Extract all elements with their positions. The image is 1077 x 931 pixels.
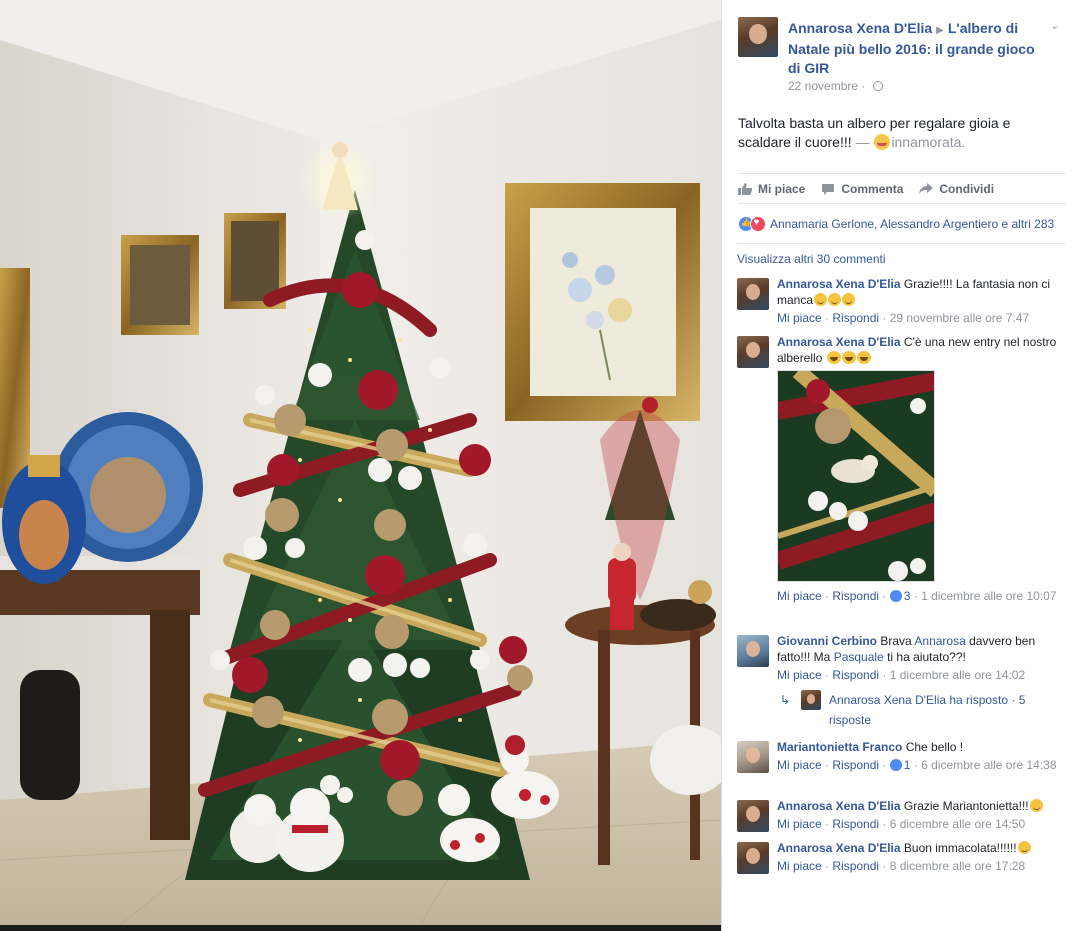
- comment-item: Annarosa Xena D'Elia Grazie Mariantoniet…: [737, 798, 1067, 834]
- author-name[interactable]: Annarosa Xena D'Elia: [788, 20, 932, 36]
- commenter-avatar[interactable]: [737, 800, 769, 832]
- comment-reply-link[interactable]: Rispondi: [832, 311, 879, 325]
- globe-icon: [872, 81, 883, 91]
- comment-author[interactable]: Annarosa Xena D'Elia: [777, 277, 901, 291]
- comment-time[interactable]: 8 dicembre alle ore 17:28: [890, 859, 1025, 873]
- like-label: Mi piace: [758, 181, 806, 196]
- commenter-avatar[interactable]: [737, 741, 769, 773]
- comment-button[interactable]: Commenta: [821, 182, 903, 196]
- christmas-tree-photo: [0, 0, 721, 925]
- comment-actions: Mi piace · Rispondi · 6 dicembre alle or…: [777, 817, 1026, 831]
- divider: [737, 243, 1065, 244]
- smile-emoji-icon: [1029, 799, 1043, 812]
- comment-text: Annarosa Xena D'Elia C'è una new entry n…: [777, 335, 1057, 365]
- reactions-summary[interactable]: Annamaria Gerlone, Alessandro Argentiero…: [738, 214, 1068, 234]
- smile-emoji-icon: [1017, 841, 1031, 854]
- commenter-avatar[interactable]: [737, 842, 769, 874]
- comment-time[interactable]: 1 dicembre alle ore 10:07: [921, 589, 1056, 603]
- chevron-down-icon[interactable]: ⌄: [1050, 20, 1062, 32]
- smile-emoji-icon: [842, 293, 856, 306]
- comment-reaction-count[interactable]: 1: [889, 757, 910, 773]
- love-reaction-icon: [750, 216, 766, 232]
- comment-actions: Mi piace · Rispondi · 29 novembre alle o…: [777, 311, 1030, 325]
- comment-author[interactable]: Mariantonietta Franco: [777, 740, 902, 754]
- comment-reaction-count[interactable]: 3: [889, 588, 910, 604]
- laughing-emoji-icon: [856, 351, 871, 364]
- share-label: Condividi: [939, 181, 995, 196]
- ornament-closeup-photo: [778, 371, 934, 581]
- comment-reply-link[interactable]: Rispondi: [832, 758, 879, 772]
- smile-emoji-icon: [814, 293, 828, 306]
- replier-avatar: [801, 690, 821, 710]
- comment-like-link[interactable]: Mi piace: [777, 668, 822, 682]
- comment-like-link[interactable]: Mi piace: [777, 817, 822, 831]
- comment-time[interactable]: 29 novembre alle ore 7:47: [890, 311, 1029, 325]
- post-actions: Mi piace Commenta Condividi: [738, 173, 1066, 204]
- comment-reply-link[interactable]: Rispondi: [832, 817, 879, 831]
- triangle-right-icon: ▶: [936, 25, 944, 36]
- comment-like-link[interactable]: Mi piace: [777, 859, 822, 873]
- post-date[interactable]: 22 novembre: [788, 79, 858, 93]
- like-reaction-icon: [889, 759, 902, 771]
- commenter-avatar[interactable]: [737, 336, 769, 368]
- laughing-emoji-icon: [826, 351, 841, 364]
- comment-reply-link[interactable]: Rispondi: [832, 859, 879, 873]
- comment-author[interactable]: Annarosa Xena D'Elia: [777, 335, 901, 349]
- post-meta: 22 novembre ·: [788, 79, 883, 93]
- comment-text: Annarosa Xena D'Elia Grazie Mariantoniet…: [777, 798, 1062, 814]
- like-button[interactable]: Mi piace: [738, 182, 805, 196]
- in-love-emoji-icon: [874, 134, 891, 150]
- comment-actions: Mi piace · Rispondi · 1 · 6 dicembre all…: [777, 757, 1057, 773]
- laughing-emoji-icon: [841, 351, 856, 364]
- comment-icon: [822, 183, 835, 195]
- mention-link[interactable]: Pasquale: [834, 650, 884, 664]
- comment-text: Annarosa Xena D'Elia Grazie!!!! La fanta…: [777, 277, 1050, 307]
- reactions-text[interactable]: Annamaria Gerlone, Alessandro Argentiero…: [770, 217, 1054, 231]
- comment-item: Mariantonietta Franco Che bello ! Mi pia…: [737, 739, 1067, 789]
- comment-like-link[interactable]: Mi piace: [777, 311, 822, 325]
- comment-actions: Mi piace · Rispondi · 1 dicembre alle or…: [777, 668, 1026, 682]
- photo-bottom-bar: [0, 925, 721, 931]
- post-caption: Talvolta basta un albero per regalare gi…: [738, 114, 1058, 152]
- post-title: Annarosa Xena D'Elia ▶ L'albero di Natale …: [788, 19, 1048, 78]
- share-button[interactable]: Condividi: [919, 182, 994, 196]
- commenter-avatar[interactable]: [737, 278, 769, 310]
- share-icon: [919, 182, 934, 194]
- comment-reply-link[interactable]: Rispondi: [832, 589, 879, 603]
- comment-item: Annarosa Xena D'Elia Buon immacolata!!!!…: [737, 840, 1067, 876]
- comment-time[interactable]: 6 dicembre alle ore 14:38: [921, 758, 1056, 772]
- thumbs-up-icon: [738, 182, 752, 195]
- mention-link[interactable]: Annarosa: [914, 634, 965, 648]
- comment-reply-link[interactable]: Rispondi: [832, 668, 879, 682]
- comment-item: Annarosa Xena D'Elia Grazie!!!! La fanta…: [737, 276, 1067, 326]
- post-photo[interactable]: [0, 0, 721, 925]
- comment-time[interactable]: 6 dicembre alle ore 14:50: [890, 817, 1025, 831]
- like-reaction-icon: [889, 590, 902, 602]
- author-avatar[interactable]: [738, 17, 778, 57]
- comment-text: Annarosa Xena D'Elia Buon immacolata!!!!…: [777, 840, 1062, 856]
- comment-like-link[interactable]: Mi piace: [777, 758, 822, 772]
- smile-emoji-icon: [828, 293, 842, 306]
- comment-text: Mariantonietta Franco Che bello !: [777, 740, 964, 754]
- comment-author[interactable]: Annarosa Xena D'Elia: [777, 799, 901, 813]
- feeling-text: innamorata.: [891, 134, 966, 150]
- comment-actions: Mi piace · Rispondi · 8 dicembre alle or…: [777, 859, 1026, 873]
- comment-author[interactable]: Annarosa Xena D'Elia: [777, 841, 901, 855]
- comment-actions: Mi piace · Rispondi · 3 · 1 dicembre all…: [777, 588, 1057, 604]
- view-more-comments-link[interactable]: Visualizza altri 30 commenti: [737, 252, 886, 266]
- comment-time[interactable]: 1 dicembre alle ore 14:02: [890, 668, 1025, 682]
- comment-label: Commenta: [841, 181, 904, 196]
- comment-like-link[interactable]: Mi piace: [777, 589, 822, 603]
- commenter-avatar[interactable]: [737, 635, 769, 667]
- comment-item: Giovanni Cerbino Brava Annarosa davvero …: [737, 633, 1067, 685]
- reply-arrow-icon: ↳: [780, 693, 791, 707]
- comment-author[interactable]: Giovanni Cerbino: [777, 634, 877, 648]
- comment-photo[interactable]: [777, 370, 935, 582]
- feeling-separator: —: [851, 134, 874, 150]
- comment-text: Giovanni Cerbino Brava Annarosa davvero …: [777, 634, 1036, 664]
